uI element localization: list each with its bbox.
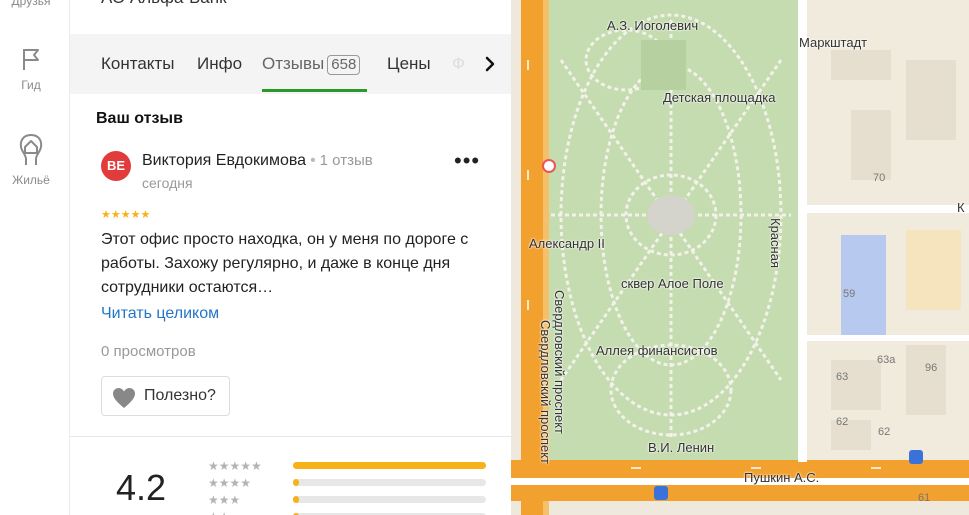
distribution-track [293,496,486,503]
tabs-next-button[interactable] [478,50,502,78]
tab-faded-label: Ф [452,54,465,73]
tab-prices-label: Цены [387,54,431,73]
avatar[interactable]: ВЕ [101,151,131,181]
house-icon [19,134,43,165]
org-title: АО Альфа-Банк [101,0,227,8]
map-label-pushkin[interactable]: Пушкин А.С. [744,470,819,485]
rail-friends-label: Друзья [11,0,51,8]
review-author-count: 1 отзыв [319,152,373,169]
map-label-iogolevich[interactable]: А.З. Иоголевич [607,18,698,33]
house-number: 63 [836,371,849,383]
your-review-heading: Ваш отзыв [96,110,183,127]
map[interactable]: А.З. Иоголевич Детская площадка Александ… [511,0,969,515]
review-views: 0 просмотров [101,343,196,360]
tab-prices[interactable]: Цены [387,54,431,74]
tabs-bar: Контакты Инфо Отзывы 658 Цены Ф [70,34,511,94]
tab-active-indicator [262,89,367,92]
tab-info-label: Инфо [197,54,243,73]
distribution-stars: ★★★ [208,493,241,507]
left-rail: Друзья Гид Жильё [0,0,70,515]
tab-contacts[interactable]: Контакты [101,54,174,74]
tab-reviews-count: 658 [327,55,361,75]
house-number: 59 [843,288,856,300]
map-label-markstadt[interactable]: Маркштадт [799,35,867,50]
house-number: 63а [877,354,896,366]
tab-contacts-label: Контакты [101,54,175,73]
map-label-k[interactable]: К [957,200,965,215]
chevron-right-icon [485,56,495,72]
rail-housing-label: Жильё [12,173,50,187]
distribution-fill [293,462,486,469]
distribution-stars: ★★ [208,510,230,515]
review-date: сегодня [142,175,193,191]
distribution-fill [293,496,299,503]
more-options-button[interactable]: ••• [454,150,480,172]
distribution-stars: ★★★★ [208,476,252,490]
tab-faded[interactable]: Ф [452,54,465,74]
rail-housing[interactable]: Жильё [0,133,62,187]
org-panel: АО Альфа-Банк Контакты Инфо Отзывы658 Це… [70,0,511,515]
flag-icon [23,49,39,70]
read-more-link[interactable]: Читать целиком [101,305,219,323]
tab-info[interactable]: Инфо [197,54,242,74]
house-number: 62 [836,416,849,428]
house-number: 62 [878,426,891,438]
map-label-sverdlovsky-2[interactable]: Свердловский проспект [538,320,553,464]
useful-button[interactable]: Полезно? [101,376,230,416]
divider [70,436,511,437]
heart-icon [113,388,135,408]
overall-rating: 4.2 [116,467,167,508]
rail-guide[interactable]: Гид [0,46,62,92]
review-author-line: Виктория Евдокимова • 1 отзыв [142,152,373,170]
distribution-track [293,479,486,486]
distribution-track [293,462,486,469]
rail-guide-label: Гид [21,78,41,92]
review-rating-stars: ★★★★★ [101,209,151,221]
map-label-square[interactable]: сквер Алое Поле [621,276,724,291]
map-label-alexander[interactable]: Александр II [529,236,605,251]
distribution-stars: ★★★★★ [208,459,262,473]
useful-button-label: Полезно? [144,387,216,404]
rail-friends[interactable]: Друзья [0,0,62,8]
house-number: 70 [873,172,886,184]
separator-dot: • [310,152,316,169]
review-text: Этот офис просто находка, он у меня по д… [101,231,469,296]
map-graphics [511,0,969,515]
tab-reviews-label: Отзывы [262,54,325,73]
map-label-krasnaya[interactable]: Красная [768,218,783,268]
map-label-lenin[interactable]: В.И. Ленин [648,440,714,455]
map-label-alley[interactable]: Аллея финансистов [596,343,717,358]
house-number: 61 [918,492,931,504]
tab-reviews[interactable]: Отзывы 658 [262,54,361,75]
map-label-sverdlovsky-1[interactable]: Свердловский проспект [552,290,567,434]
distribution-fill [293,479,299,486]
house-number: 96 [925,362,938,374]
review-author-name[interactable]: Виктория Евдокимова [142,152,306,169]
map-label-playground[interactable]: Детская площадка [663,90,775,105]
